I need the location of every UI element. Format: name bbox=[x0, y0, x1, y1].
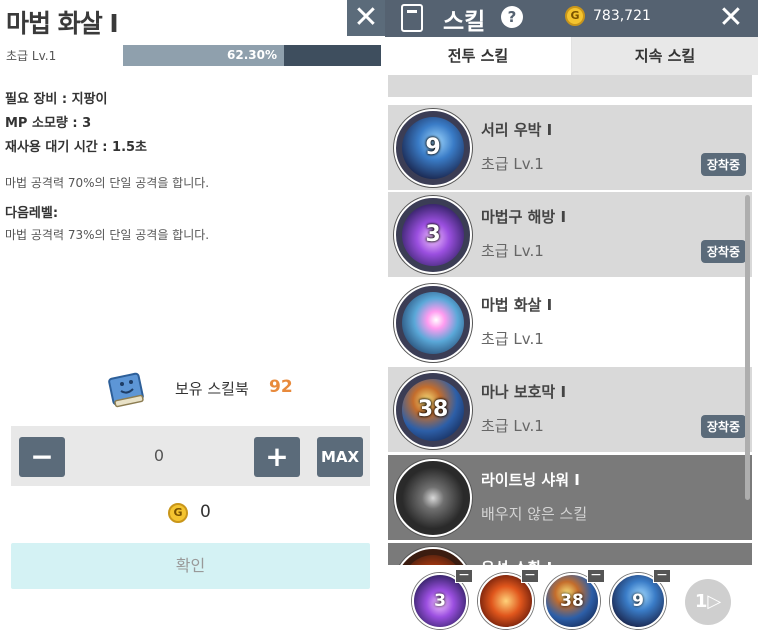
skill-level: 초급 Lv.1 bbox=[481, 242, 544, 260]
remove-slot-button[interactable]: − bbox=[653, 568, 671, 583]
skill-list[interactable]: 9 서리 우박 I 초급 Lv.1 장착중 3 마법구 해방 I 초급 Lv.1… bbox=[385, 75, 758, 565]
skill-level: 배우지 않은 스킬 bbox=[481, 505, 588, 523]
decrease-button[interactable]: − bbox=[19, 437, 65, 477]
skillbook-counter: − 0 + MAX bbox=[11, 426, 370, 486]
skill-cooldown: 38 bbox=[417, 397, 449, 422]
skillbook-label: 보유 스킬북 bbox=[175, 380, 249, 398]
skill-menu-icon bbox=[401, 4, 423, 32]
increase-button[interactable]: + bbox=[254, 437, 300, 477]
close-detail-button[interactable]: ✕ bbox=[347, 0, 385, 36]
skill-level: 초급 Lv.1 bbox=[481, 155, 544, 173]
skill-list-item-selected[interactable]: 마법 화살 I 초급 Lv.1 bbox=[388, 280, 752, 365]
skill-level: 초급 Lv.1 bbox=[481, 330, 544, 348]
gold-coin-icon: G bbox=[565, 6, 585, 26]
remove-slot-button[interactable]: − bbox=[521, 568, 539, 583]
skill-list-item[interactable]: 38 마나 보호막 I 초급 Lv.1 장착중 bbox=[388, 367, 752, 452]
lightning-shower-icon bbox=[394, 459, 472, 537]
skill-name: 마법 화살 I bbox=[481, 296, 553, 314]
equipped-badge: 장착중 bbox=[700, 153, 746, 176]
skill-list-item-partial[interactable] bbox=[388, 75, 752, 97]
skill-detail-panel: 마법 화살 I ✕ 초급 Lv.1 62.30% 필요 장비 : 지팡이 MP … bbox=[0, 0, 385, 640]
skill-panel-header: 스킬 ? G 783,721 ✕ bbox=[385, 0, 758, 37]
gold-amount: 783,721 bbox=[593, 8, 651, 24]
skill-name: 마나 보호막 I bbox=[481, 383, 567, 401]
skill-name: 서리 우박 I bbox=[481, 121, 553, 139]
skill-panel-title: 스킬 bbox=[443, 9, 486, 35]
skill-title: 마법 화살 I bbox=[6, 9, 119, 38]
magic-arrow-icon bbox=[394, 284, 472, 362]
skill-grade-label: 초급 Lv.1 bbox=[6, 49, 57, 63]
next-level-label: 다음레벨: bbox=[5, 206, 59, 221]
mp-cost: MP 소모량 : 3 bbox=[5, 116, 92, 131]
next-page-button[interactable]: 1▷ bbox=[685, 579, 731, 625]
skill-level: 초급 Lv.1 bbox=[481, 417, 544, 435]
skill-list-scrollbar[interactable] bbox=[745, 195, 750, 500]
required-equipment: 필요 장비 : 지팡이 bbox=[5, 92, 108, 107]
skill-name: 유성 소환 I bbox=[481, 557, 552, 565]
skill-list-item-locked[interactable]: 유성 소환 I bbox=[388, 543, 752, 565]
skill-list-item-locked[interactable]: 라이트닝 샤워 I 배우지 않은 스킬 bbox=[388, 455, 752, 540]
skillbook-count: 92 bbox=[269, 377, 293, 397]
remove-slot-button[interactable]: − bbox=[587, 568, 605, 583]
skill-exp-percent: 62.30% bbox=[227, 48, 277, 62]
gold-coin-icon: G bbox=[168, 502, 188, 523]
skill-list-item[interactable]: 9 서리 우박 I 초급 Lv.1 장착중 bbox=[388, 105, 752, 190]
next-level-description: 마법 공격력 73%의 단일 공격을 합니다. bbox=[5, 228, 210, 242]
gold-cost-value: 0 bbox=[200, 502, 211, 522]
skill-cooldown: 3 bbox=[425, 222, 441, 247]
gold-cost: G 0 bbox=[168, 502, 211, 524]
equipped-badge: 장착중 bbox=[700, 240, 746, 263]
skillbook-icon bbox=[108, 372, 144, 408]
confirm-button[interactable]: 확인 bbox=[11, 543, 370, 589]
skill-cooldown: 9 bbox=[425, 135, 441, 160]
cooldown-time: 재사용 대기 시간 : 1.5초 bbox=[5, 140, 148, 155]
skillbook-use-count[interactable]: 0 bbox=[141, 446, 177, 465]
remove-slot-button[interactable]: − bbox=[455, 568, 473, 583]
close-skill-panel-button[interactable]: ✕ bbox=[712, 0, 750, 37]
equipped-skill-slots: 3 − − 38 − 9 − 1▷ bbox=[385, 565, 758, 640]
current-description: 마법 공격력 70%의 단일 공격을 합니다. bbox=[5, 176, 210, 190]
meteor-summon-icon bbox=[394, 547, 472, 565]
tab-passive-skills[interactable]: 지속 스킬 bbox=[572, 37, 758, 75]
skill-list-item[interactable]: 3 마법구 해방 I 초급 Lv.1 장착중 bbox=[388, 192, 752, 277]
tab-combat-skills[interactable]: 전투 스킬 bbox=[385, 37, 571, 75]
skill-name: 라이트닝 샤워 I bbox=[481, 471, 580, 489]
skill-tabs: 전투 스킬 지속 스킬 bbox=[385, 37, 758, 75]
skill-name: 마법구 해방 I bbox=[481, 208, 567, 226]
magic-orb-release-icon: 3 bbox=[394, 196, 472, 274]
equipped-badge: 장착중 bbox=[700, 415, 746, 438]
skill-list-panel: 스킬 ? G 783,721 ✕ 전투 스킬 지속 스킬 9 서리 우박 I 초… bbox=[385, 0, 758, 640]
skill-exp-bar: 62.30% bbox=[123, 45, 381, 66]
max-button[interactable]: MAX bbox=[317, 437, 363, 477]
frost-hail-icon: 9 bbox=[394, 109, 472, 187]
mana-shield-icon: 38 bbox=[394, 371, 472, 449]
help-icon[interactable]: ? bbox=[501, 6, 523, 28]
